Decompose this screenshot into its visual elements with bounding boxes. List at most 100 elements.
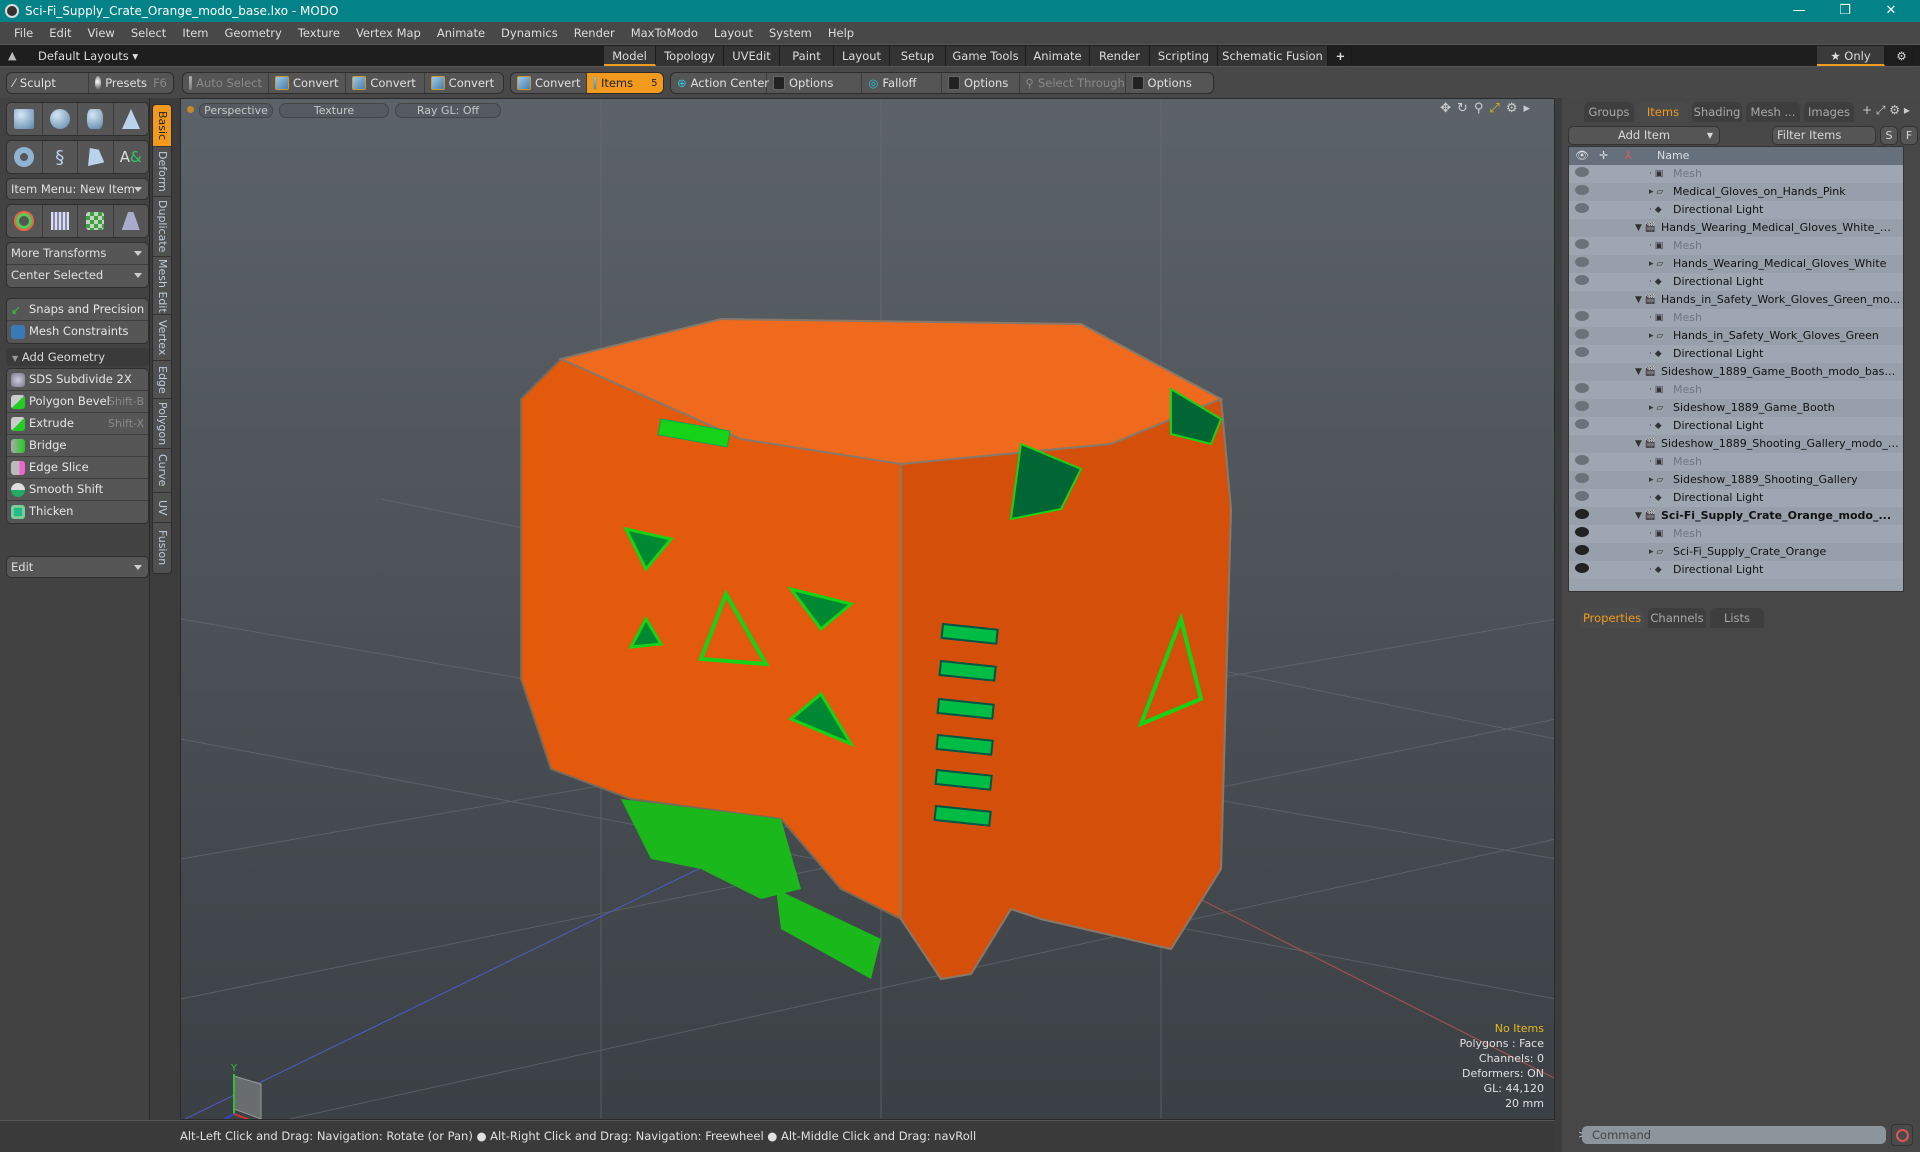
vtab-uv[interactable]: UV [153, 493, 171, 523]
visibility-eye-icon[interactable] [1575, 185, 1589, 195]
item-row-mesh[interactable]: · ▣ Mesh [1569, 525, 1903, 543]
menu-layout[interactable]: Layout [706, 26, 761, 40]
convert-edges-button[interactable]: Convert [346, 73, 425, 93]
tab-uvedit[interactable]: UVEdit [724, 46, 780, 66]
edge-slice-button[interactable]: Edge Slice [7, 457, 148, 479]
vtab-mesh-edit[interactable]: Mesh Edit [153, 257, 171, 315]
visibility-eye-icon[interactable] [1575, 509, 1589, 519]
item-row-mesh[interactable]: · ▣ Mesh [1569, 453, 1903, 471]
item-row-scene[interactable]: ▼ 🎬 Hands_in_Safety_Work_Gloves_Green_mo.… [1569, 291, 1903, 309]
default-layouts-dropdown[interactable]: Default Layouts ▾ [38, 49, 138, 63]
visibility-eye-icon[interactable] [1575, 347, 1589, 357]
item-row-group[interactable]: ▸ ▱ Hands_Wearing_Medical_Gloves_White [1569, 255, 1903, 273]
tab-properties[interactable]: Properties [1580, 608, 1644, 628]
visibility-eye-icon[interactable] [1575, 311, 1589, 321]
falloff-button[interactable]: ◎ Falloff [862, 73, 942, 93]
item-row-mesh[interactable]: · ▣ Mesh [1569, 309, 1903, 327]
transform-tool-button[interactable] [7, 205, 43, 237]
presets-button[interactable]: Presets F6 [89, 73, 173, 93]
vtab-deform[interactable]: Deform [153, 147, 171, 197]
auto-select-button[interactable]: Auto Select [183, 73, 269, 93]
tab-game-tools[interactable]: Game Tools [946, 46, 1026, 66]
3d-viewport[interactable]: Perspective Texture Ray GL: Off ✥↻⚲⤢⚙▸ Y… [180, 98, 1555, 1120]
tab-items[interactable]: Items [1638, 102, 1688, 122]
vtab-curve[interactable]: Curve [153, 449, 171, 493]
visibility-eye-icon[interactable] [1575, 257, 1589, 267]
menu-system[interactable]: System [761, 26, 820, 40]
gear-icon[interactable]: ⚙ [1890, 46, 1914, 66]
torus-primitive-button[interactable] [7, 141, 43, 173]
smooth-shift-button[interactable]: Smooth Shift [7, 479, 148, 501]
tab-topology[interactable]: Topology [656, 46, 724, 66]
polygon-bevel-button[interactable]: Polygon Bevel Shift-B [7, 391, 148, 413]
visibility-eye-icon[interactable] [1575, 563, 1589, 573]
pen-tool-button[interactable] [78, 141, 114, 173]
item-menu-dropdown[interactable]: Item Menu: New Item [6, 178, 149, 200]
visibility-eye-icon[interactable] [1575, 455, 1589, 465]
convert-vertices-button[interactable]: Convert [269, 73, 347, 93]
item-row-light[interactable]: · ◆ Directional Light [1569, 489, 1903, 507]
menu-help[interactable]: Help [820, 26, 862, 40]
edit-dropdown[interactable]: Edit [6, 556, 149, 578]
visibility-eye-icon[interactable] [1575, 383, 1589, 393]
item-row-group[interactable]: ▸ ▱ Sideshow_1889_Shooting_Gallery [1569, 471, 1903, 489]
item-panel-controls[interactable]: + ⤢ ⚙ ▸ [1862, 103, 1910, 118]
minimize-button[interactable]: — [1776, 0, 1822, 22]
snaps-precision-button[interactable]: ↙ Snaps and Precision [7, 299, 148, 321]
item-row-light[interactable]: · ◆ Directional Light [1569, 201, 1903, 219]
tab-render[interactable]: Render [1090, 46, 1150, 66]
visibility-eye-icon[interactable] [1575, 329, 1589, 339]
grid-tool-button[interactable] [43, 205, 78, 237]
capsule-primitive-button[interactable]: § [43, 141, 78, 173]
tab-groups[interactable]: Groups [1584, 102, 1634, 122]
sds-subdivide-button[interactable]: SDS Subdivide 2X [7, 369, 148, 391]
more-transforms-dropdown[interactable]: More Transforms [7, 243, 148, 265]
checker-tool-button[interactable] [78, 205, 114, 237]
bridge-button[interactable]: Bridge [7, 435, 148, 457]
tab-lists[interactable]: Lists [1710, 608, 1764, 628]
convert-polygons-button[interactable]: Convert [425, 73, 503, 93]
thicken-button[interactable]: Thicken [7, 501, 148, 523]
vtab-basic[interactable]: Basic [153, 105, 171, 147]
command-input[interactable]: Command [1582, 1126, 1886, 1144]
item-row-group[interactable]: ▸ ▱ Hands_in_Safety_Work_Gloves_Green [1569, 327, 1903, 345]
item-row-light[interactable]: · ◆ Directional Light [1569, 561, 1903, 579]
tab-animate[interactable]: Animate [1026, 46, 1090, 66]
visibility-eye-icon[interactable] [1575, 473, 1589, 483]
visibility-eye-icon[interactable] [1575, 203, 1589, 213]
tab-shading[interactable]: Shading [1692, 102, 1742, 122]
cube-primitive-button[interactable] [7, 103, 43, 135]
tab-model[interactable]: Model [604, 46, 656, 66]
select-through-options-button[interactable]: Options [1126, 73, 1213, 93]
filter-s-button[interactable]: S [1880, 126, 1898, 145]
collapse-up-icon[interactable]: ▲ [8, 49, 16, 62]
item-row-mesh[interactable]: · ▣ Mesh [1569, 165, 1903, 183]
item-row-light[interactable]: · ◆ Directional Light [1569, 273, 1903, 291]
tab-images[interactable]: Images [1804, 102, 1854, 122]
convert-items-button[interactable]: Convert [511, 73, 588, 93]
tab-schematic-fusion[interactable]: Schematic Fusion [1218, 46, 1328, 66]
item-row-light[interactable]: · ◆ Directional Light [1569, 417, 1903, 435]
menu-view[interactable]: View [80, 26, 123, 40]
item-row-light[interactable]: · ◆ Directional Light [1569, 345, 1903, 363]
visibility-eye-icon[interactable] [1575, 239, 1589, 249]
tab-layout[interactable]: Layout [834, 46, 890, 66]
close-button[interactable]: ✕ [1868, 0, 1914, 22]
tab-scripting[interactable]: Scripting [1150, 46, 1218, 66]
tab-paint[interactable]: Paint [780, 46, 834, 66]
cylinder-primitive-button[interactable] [78, 103, 114, 135]
vtab-polygon[interactable]: Polygon [153, 399, 171, 449]
visibility-eye-icon[interactable] [1575, 275, 1589, 285]
menu-texture[interactable]: Texture [290, 26, 348, 40]
extrude-button[interactable]: Extrude Shift-X [7, 413, 148, 435]
sphere-primitive-button[interactable] [43, 103, 78, 135]
menu-vertex-map[interactable]: Vertex Map [348, 26, 429, 40]
tab-mesh[interactable]: Mesh ... [1746, 102, 1800, 122]
items-mode-button[interactable]: Items 5 [587, 73, 663, 93]
action-center-button[interactable]: ⊕ Action Center [671, 73, 769, 93]
visibility-eye-icon[interactable] [1575, 401, 1589, 411]
action-center-options-button[interactable]: Options [767, 73, 863, 93]
menu-animate[interactable]: Animate [429, 26, 493, 40]
visibility-eye-icon[interactable] [1575, 491, 1589, 501]
record-button[interactable] [1891, 1124, 1913, 1146]
